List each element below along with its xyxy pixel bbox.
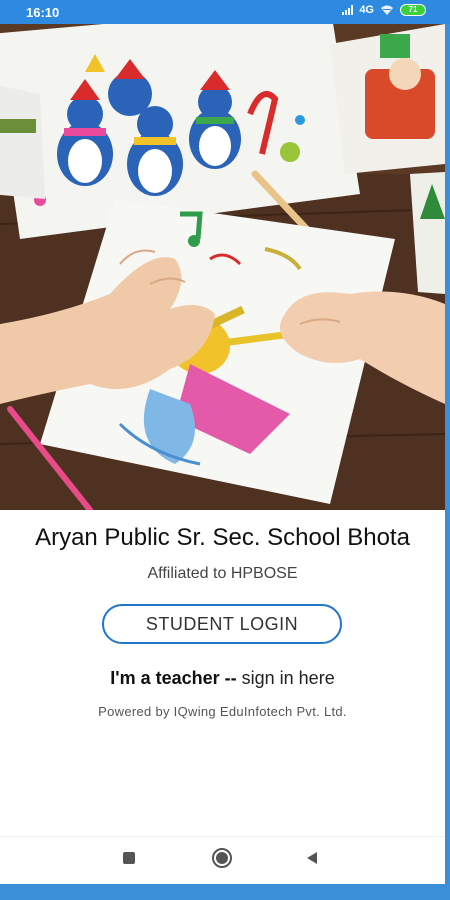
right-frame-strip (445, 24, 450, 900)
affiliation-text: Affiliated to HPBOSE (147, 565, 298, 582)
network-type: 4G (359, 4, 374, 16)
navigation-bar (0, 836, 445, 883)
app-screen: 16:10 4G 71 Aryan Public Sr. Sec. School… (0, 0, 450, 900)
powered-by-text: Powered by IQwing EduInfotech Pvt. Ltd. (98, 704, 347, 719)
battery-level: 71 (408, 5, 418, 14)
hero-image (0, 24, 445, 510)
teacher-prefix: I'm a teacher -- (110, 668, 237, 688)
status-icons: 4G 71 (342, 4, 426, 16)
school-name: Aryan Public Sr. Sec. School Bhota (35, 524, 410, 551)
status-time: 16:10 (26, 5, 60, 20)
wifi-icon (380, 4, 394, 16)
battery-icon: 71 (400, 4, 426, 16)
back-icon (305, 851, 319, 870)
teacher-signin-line: I'm a teacher -- sign in here (0, 668, 445, 689)
recents-icon (122, 851, 136, 870)
student-login-button[interactable]: STUDENT LOGIN (102, 604, 342, 644)
home-button[interactable] (209, 847, 235, 873)
children-coloring-illustration (0, 24, 445, 510)
signal-icon (342, 5, 354, 15)
back-button[interactable] (299, 847, 325, 873)
recents-button[interactable] (116, 847, 142, 873)
teacher-signin-link[interactable]: sign in here (242, 668, 335, 688)
home-icon (211, 847, 233, 874)
bottom-frame-strip (0, 884, 450, 900)
status-bar: 16:10 4G 71 (0, 0, 450, 24)
